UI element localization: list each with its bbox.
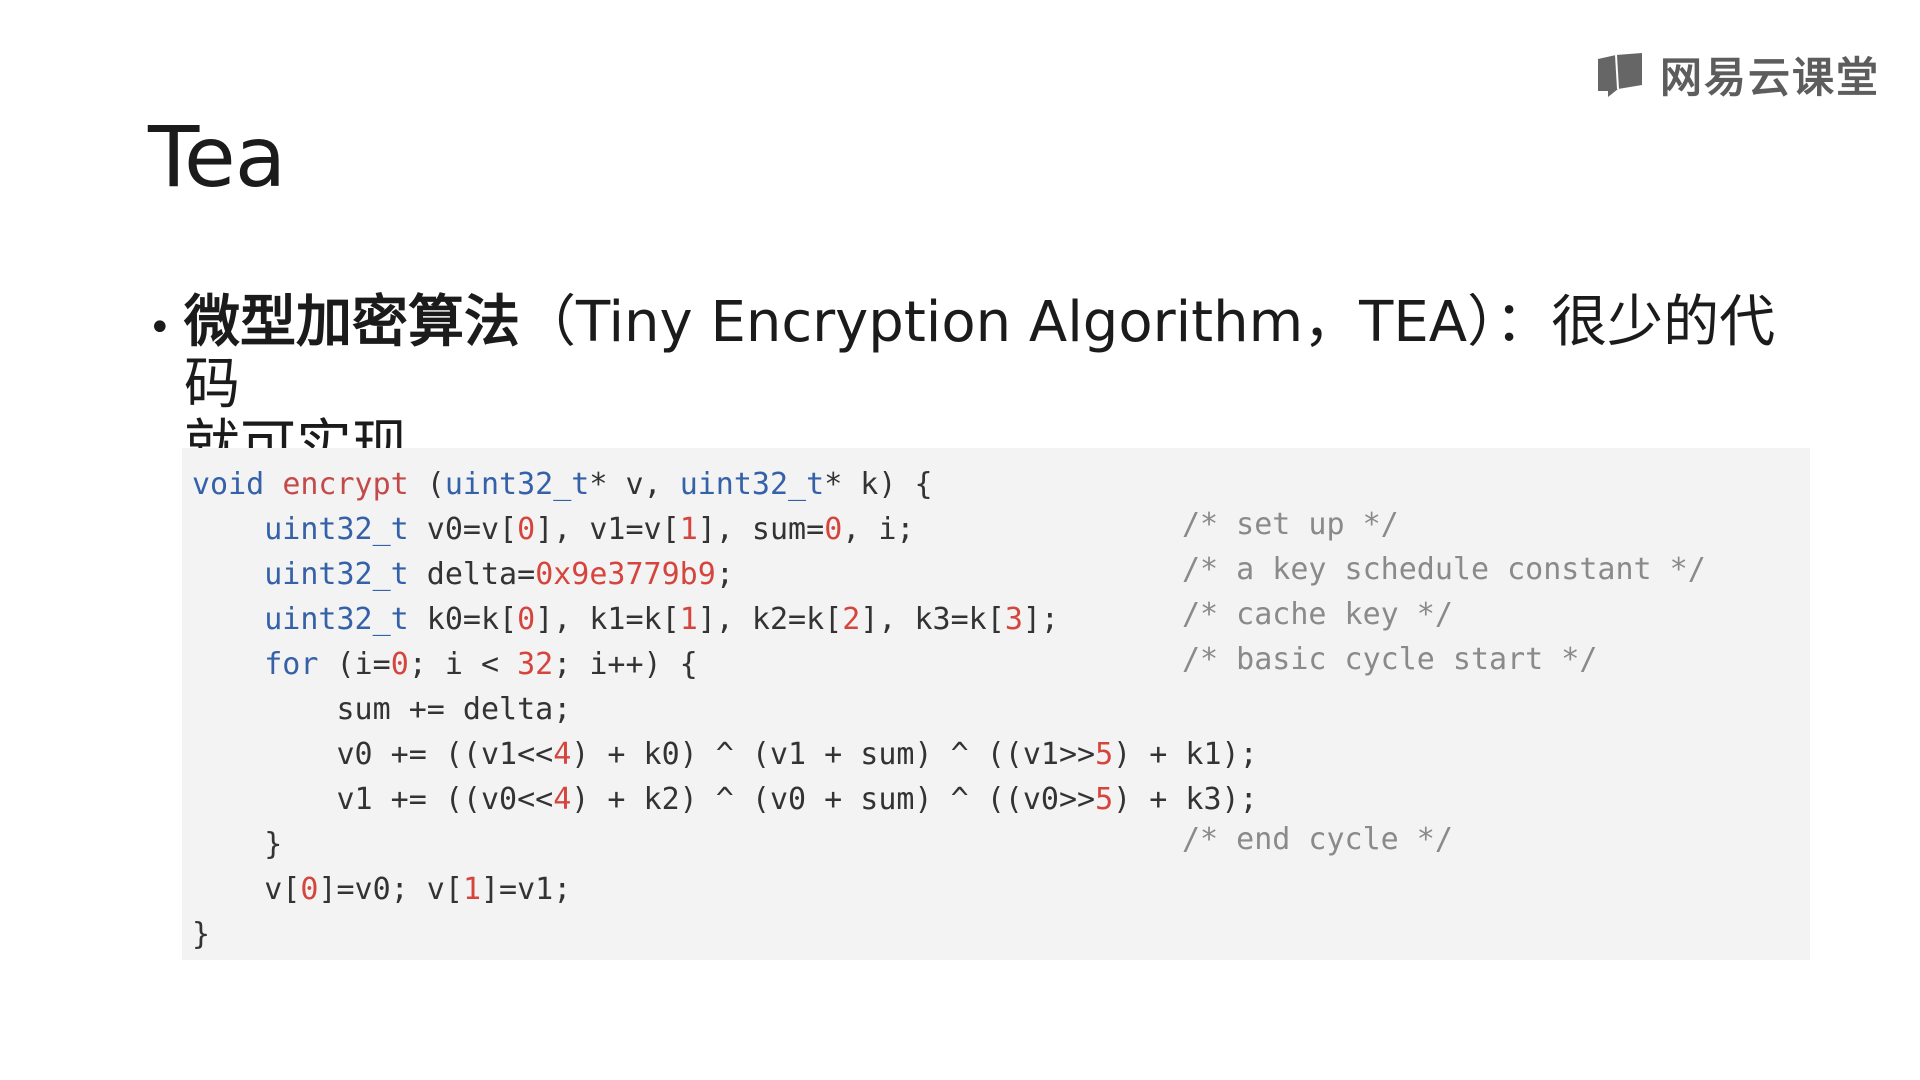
code-number: 5 <box>1095 782 1114 817</box>
code-number: 0 <box>390 647 409 682</box>
code-number: 5 <box>1095 737 1114 772</box>
code-number: 0 <box>300 872 319 907</box>
code-comment: /* set up */ <box>1182 507 1399 542</box>
code-text: * v, <box>589 467 680 502</box>
code-line-3: uint32_t delta=0x9e3779b9; <box>192 552 1258 597</box>
brand-logo: 网易云课堂 <box>1594 44 1880 105</box>
code-number: 32 <box>517 647 554 682</box>
code-line-8: v1 += ((v0<<4) + k2) ^ (v0 + sum) ^ ((v0… <box>192 777 1258 822</box>
code-line-5: for (i=0; i < 32; i++) { <box>192 642 1258 687</box>
code-number: 0 <box>824 512 843 547</box>
code-line-7: v0 += ((v1<<4) + k0) ^ (v1 + sum) ^ ((v1… <box>192 732 1258 777</box>
code-number: 0 <box>517 512 536 547</box>
code-number: 0x9e3779b9 <box>535 557 716 592</box>
code-text: v1 += ((v0<< <box>192 782 554 817</box>
code-text: ) + k2) ^ (v0 + sum) ^ ((v0>> <box>571 782 1096 817</box>
code-number: 3 <box>1004 602 1023 637</box>
bullet-dot: • <box>148 305 172 351</box>
code-text: ], k1=k[ <box>535 602 680 637</box>
code-keyword: void <box>192 467 265 502</box>
code-text: ]; <box>1022 602 1059 637</box>
code-text: } <box>192 917 211 952</box>
code-line-2: uint32_t v0=v[0], v1=v[1], sum=0, i; <box>192 507 1258 552</box>
code-text: ], v1=v[ <box>535 512 680 547</box>
code-line-1: void encrypt (uint32_t* v, uint32_t* k) … <box>192 462 1258 507</box>
code-number: 1 <box>462 872 481 907</box>
code-text: ; <box>715 557 734 592</box>
code-text: ) + k0) ^ (v1 + sum) ^ ((v1>> <box>571 737 1096 772</box>
code-number: 0 <box>517 602 536 637</box>
code-keyword: uint32_t <box>444 467 590 502</box>
code-text: ], k2=k[ <box>697 602 843 637</box>
code-function-name: encrypt <box>282 467 409 502</box>
code-line-4: uint32_t k0=k[0], k1=k[1], k2=k[2], k3=k… <box>192 597 1258 642</box>
slide: 网易云课堂 Tea • 微型加密算法（Tiny Encryption Algor… <box>0 0 1920 1080</box>
code-text: v0=v[ <box>408 512 518 547</box>
brand-name: 网易云课堂 <box>1659 53 1880 102</box>
bullet-bold-text: 微型加密算法 <box>184 290 520 355</box>
code-line-9: } <box>192 822 1258 867</box>
code-text: (i= <box>318 647 391 682</box>
code-listing: void encrypt (uint32_t* v, uint32_t* k) … <box>192 462 1258 957</box>
code-text: } <box>192 827 283 862</box>
code-text: ) + k1); <box>1113 737 1258 772</box>
code-number: 1 <box>679 602 698 637</box>
code-number: 2 <box>842 602 861 637</box>
code-comment: /* end cycle */ <box>1182 822 1453 857</box>
page-title: Tea <box>148 108 286 206</box>
code-number: 4 <box>553 737 572 772</box>
code-text: v0 += ((v1<< <box>192 737 554 772</box>
code-text: ], sum= <box>697 512 825 547</box>
code-text: * k) { <box>824 467 933 502</box>
code-text: , i; <box>842 512 915 547</box>
code-text: k0=k[ <box>408 602 518 637</box>
code-text: ], k3=k[ <box>860 602 1005 637</box>
code-text: ( <box>408 467 445 502</box>
code-text: ]=v0; v[ <box>318 872 463 907</box>
code-keyword: for <box>264 647 319 682</box>
code-text: sum += delta; <box>192 692 572 727</box>
code-comment: /* basic cycle start */ <box>1182 642 1598 677</box>
code-keyword: uint32_t <box>264 557 409 592</box>
code-comment: /* cache key */ <box>1182 597 1453 632</box>
code-block: void encrypt (uint32_t* v, uint32_t* k) … <box>182 448 1810 960</box>
code-line-11: } <box>192 912 1258 957</box>
code-number: 4 <box>553 782 572 817</box>
code-comment: /* a key schedule constant */ <box>1182 552 1706 587</box>
bullet-text: 微型加密算法（Tiny Encryption Algorithm，TEA）：很少… <box>184 292 1788 416</box>
code-line-10: v[0]=v0; v[1]=v1; <box>192 867 1258 912</box>
code-text: delta= <box>408 557 536 592</box>
code-text: ; i++) { <box>553 647 698 682</box>
code-text: v[ <box>192 872 301 907</box>
book-icon <box>1597 52 1642 97</box>
code-number: 1 <box>679 512 698 547</box>
code-keyword: uint32_t <box>679 467 825 502</box>
bullet-item: • 微型加密算法（Tiny Encryption Algorithm，TEA）：… <box>148 292 1788 416</box>
code-line-6: sum += delta; <box>192 687 1258 732</box>
code-text: ; i < <box>408 647 518 682</box>
code-keyword: uint32_t <box>264 512 409 547</box>
code-text: ]=v1; <box>481 872 572 907</box>
code-keyword: uint32_t <box>264 602 409 637</box>
code-text: ) + k3); <box>1113 782 1258 817</box>
